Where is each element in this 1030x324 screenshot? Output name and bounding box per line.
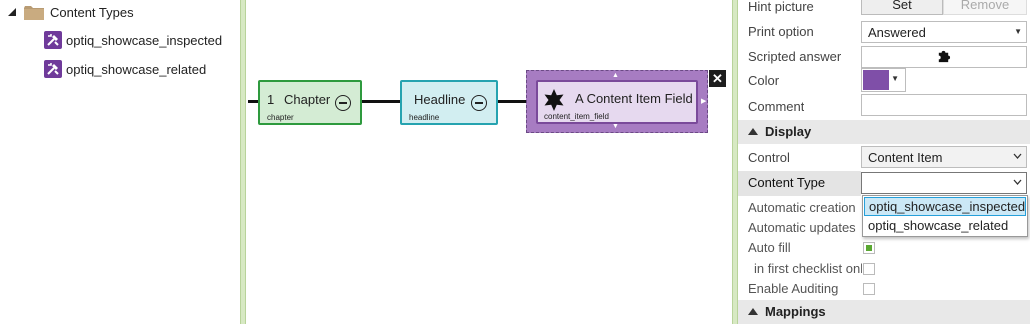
dropdown-arrow-icon: ▼ [1014,27,1022,36]
display-section-header[interactable]: Display [738,120,1030,144]
scripted-answer-button[interactable] [861,46,1027,68]
content-type-dropdown-list: optiq_showcase_inspected optiq_showcase_… [862,195,1028,237]
automatic-creation-label: Automatic creation [748,200,856,215]
control-select[interactable]: Content Item [861,146,1027,168]
node-number: 1 [267,92,275,107]
tree-item-optiq-showcase-inspected[interactable]: optiq_showcase_inspected [44,29,222,51]
content-type-icon [44,60,62,78]
comment-input[interactable] [861,94,1027,116]
in-first-checklist-checkbox[interactable] [863,263,875,275]
control-row: Control Content Item [738,146,1030,170]
color-row: Color ▼ [738,68,1030,93]
node-headline[interactable]: Headline headline [400,80,498,125]
collapse-triangle-icon [748,128,758,135]
collapse-triangle-icon [748,308,758,315]
color-label: Color [748,73,780,88]
flow-canvas[interactable]: 1 Chapter chapter Headline headline ▲ ▼ … [246,0,732,324]
puzzle-icon [936,49,951,67]
tree-item-label: optiq_showcase_related [66,61,207,77]
collapse-minus-icon[interactable] [335,95,351,111]
close-icon[interactable]: ✕ [709,70,726,87]
print-option-row: Print option Answered ▼ [738,20,1030,44]
dropdown-arrow-icon: ▼ [891,74,899,83]
print-option-value: Answered [868,25,926,40]
enable-auditing-checkbox[interactable] [863,283,875,295]
node-subtitle: headline [409,113,440,122]
resize-handle-right-icon[interactable]: ▶ [701,97,706,105]
star-icon [542,88,566,115]
node-subtitle: chapter [267,113,294,122]
display-section-label: Display [765,124,812,139]
hint-picture-label: Hint picture [748,0,814,14]
node-title: A Content Item Field [575,91,693,106]
tree-root-label: Content Types [50,4,134,20]
dropdown-option-optiq-showcase-related[interactable]: optiq_showcase_related [864,217,1026,236]
folder-icon [24,5,44,20]
comment-row: Comment [738,94,1030,119]
content-type-row: Content Type [738,171,861,196]
collapse-minus-icon[interactable] [471,95,487,111]
comment-label: Comment [748,99,805,114]
chevron-down-icon [1013,151,1022,161]
content-type-icon [44,31,62,49]
control-value: Content Item [868,150,943,165]
print-option-label: Print option [748,24,814,39]
resize-handle-top-icon[interactable]: ▲ [612,72,619,79]
properties-panel: Hint picture Set Remove Print option Ans… [738,0,1030,324]
tree-item-label: optiq_showcase_inspected [66,32,223,48]
collapse-triangle-icon[interactable] [6,6,18,18]
content-types-tree: Content Types optiq_showcase_inspected o… [0,0,240,324]
node-chapter[interactable]: 1 Chapter chapter [258,80,362,125]
scripted-answer-row: Scripted answer [738,45,1030,69]
node-content-item-field-selection[interactable]: ▲ ▼ ▶ A Content Item Field content_item_… [526,70,708,133]
auto-fill-label: Auto fill [748,240,791,255]
enable-auditing-row: Enable Auditing [738,277,1030,301]
mappings-section-label: Mappings [765,304,826,319]
hint-picture-row: Hint picture Set Remove [738,0,1030,19]
content-type-label: Content Type [748,175,826,190]
enable-auditing-label: Enable Auditing [748,281,839,296]
connector-line [496,100,528,103]
node-content-item-field[interactable]: A Content Item Field content_item_field [536,80,698,124]
resize-handle-bottom-icon[interactable]: ▼ [612,123,619,130]
control-label: Control [748,150,790,165]
mappings-section-header[interactable]: Mappings [738,300,1030,324]
scripted-answer-label: Scripted answer [748,49,842,64]
automatic-updates-label: Automatic updates [748,220,856,235]
remove-button[interactable]: Remove [943,0,1027,15]
node-title: Headline [414,92,466,107]
print-option-select[interactable]: Answered ▼ [861,21,1027,43]
node-subtitle: content_item_field [544,112,609,121]
in-first-checklist-label: in first checklist onl [754,261,862,276]
color-swatch [863,70,889,90]
content-type-select[interactable] [861,172,1027,194]
auto-fill-checkbox[interactable] [863,242,875,254]
dropdown-option-optiq-showcase-inspected[interactable]: optiq_showcase_inspected [864,197,1026,216]
tree-root-content-types[interactable]: Content Types [6,1,134,23]
tree-item-optiq-showcase-related[interactable]: optiq_showcase_related [44,58,206,80]
chevron-down-icon [1013,177,1022,187]
color-picker[interactable]: ▼ [861,68,906,92]
set-button[interactable]: Set [861,0,943,15]
connector-line [360,100,400,103]
node-title: Chapter [284,92,331,107]
